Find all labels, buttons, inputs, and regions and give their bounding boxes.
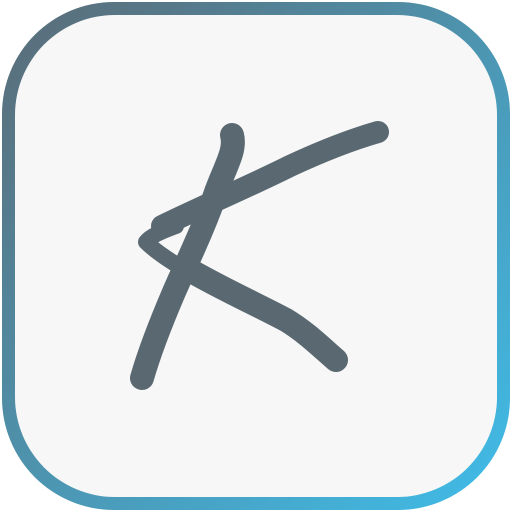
app-icon[interactable] bbox=[0, 0, 512, 512]
app-icon-graphic bbox=[2, 2, 510, 510]
icon-tile-background bbox=[15, 15, 497, 497]
